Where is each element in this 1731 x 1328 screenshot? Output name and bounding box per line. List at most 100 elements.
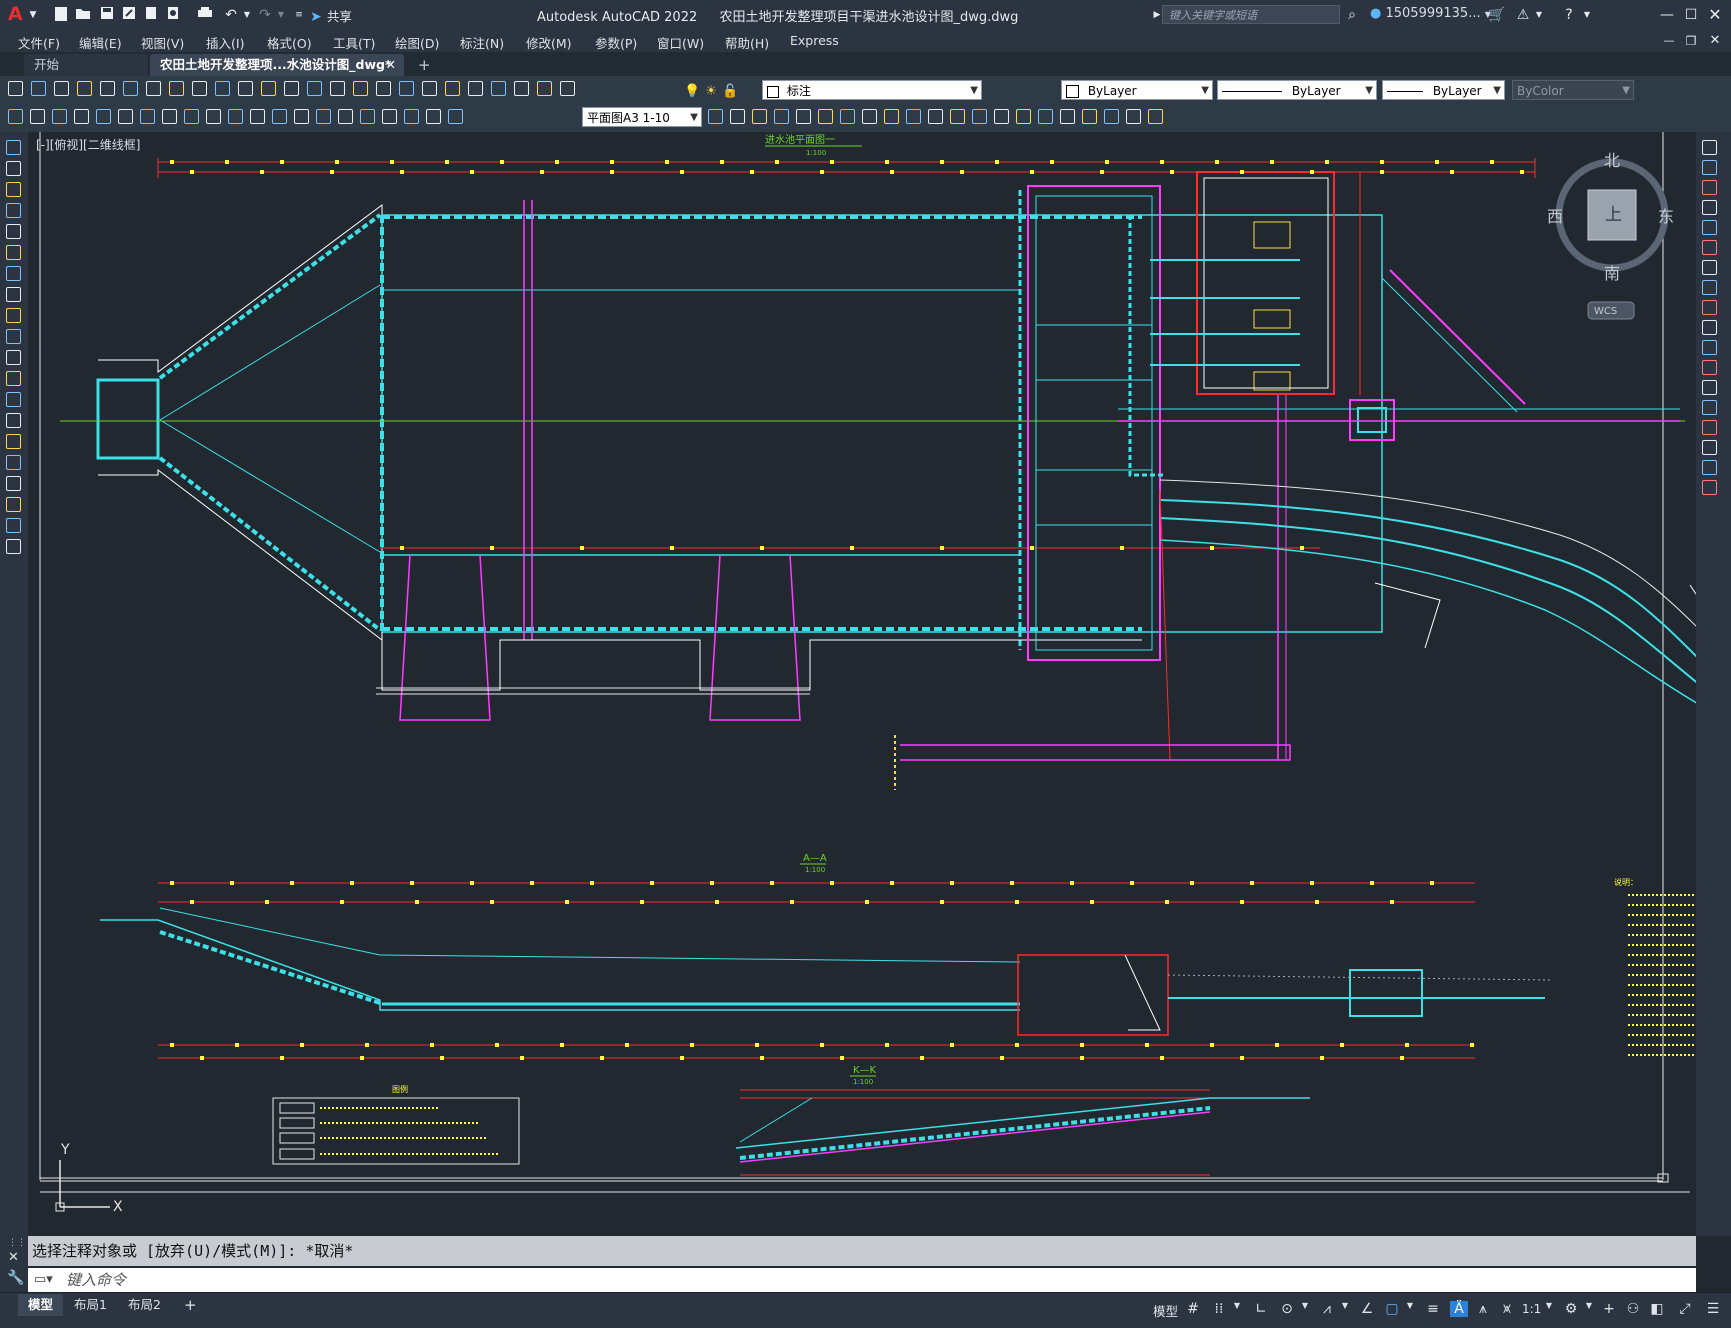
compass-north[interactable]: 北 — [1604, 151, 1620, 170]
isolate-objects-icon[interactable]: ◧ — [1648, 1301, 1666, 1317]
dim-update-icon[interactable] — [426, 109, 441, 124]
plot-icon[interactable] — [77, 81, 92, 96]
save-web-icon[interactable] — [164, 6, 182, 24]
trim-icon[interactable] — [906, 109, 921, 124]
workspace-gear-icon[interactable]: ⚙ — [1562, 1301, 1580, 1317]
layer-properties-icon[interactable] — [537, 81, 552, 96]
compass-west[interactable]: 西 — [1547, 207, 1563, 226]
app-store-dropdown-icon[interactable]: ▼ — [1530, 6, 1548, 24]
snap-icon[interactable]: ⁞⁞ — [1210, 1301, 1228, 1317]
rectangle-icon[interactable] — [6, 224, 21, 239]
hatch-icon[interactable] — [6, 434, 21, 449]
customize-status-icon[interactable]: ☰ — [1704, 1301, 1722, 1317]
design-center-icon[interactable] — [399, 81, 414, 96]
undo-dropdown-icon[interactable]: ▼ — [238, 6, 256, 24]
auto-scale-icon[interactable]: ⩚ — [1474, 1301, 1492, 1317]
dim-edit-icon[interactable] — [382, 109, 397, 124]
insert-block-icon[interactable] — [6, 371, 21, 386]
compass-east[interactable]: 东 — [1658, 207, 1674, 226]
dim-radius-icon[interactable] — [96, 109, 111, 124]
sun-icon[interactable]: ☀ — [705, 84, 717, 99]
dim-aligned-icon[interactable] — [30, 109, 45, 124]
cart-icon[interactable]: 🛒 — [1488, 6, 1506, 24]
layout-tab-2[interactable]: 布局2 — [118, 1294, 171, 1316]
scale-icon[interactable] — [862, 109, 877, 124]
viewport-controls[interactable]: [-][俯视][二维线框] — [36, 136, 140, 153]
plus-icon[interactable]: + — [1600, 1301, 1618, 1317]
workspace-dropdown-icon[interactable]: ▼ — [1580, 1301, 1598, 1310]
viewcube[interactable]: 上 北 南 东 西 WCS — [1547, 151, 1674, 320]
chamfer-icon[interactable] — [1016, 109, 1031, 124]
spline-icon[interactable] — [6, 308, 21, 323]
doc-minimize-icon[interactable]: — — [1660, 32, 1678, 50]
polyline-icon[interactable] — [6, 182, 21, 197]
extend-r-icon[interactable] — [1702, 340, 1717, 355]
copy-r-icon[interactable] — [1702, 160, 1717, 175]
menu-edit[interactable]: 编辑(E) — [79, 33, 122, 52]
add-layout-button[interactable]: + — [174, 1294, 207, 1316]
units-icon[interactable]: ⚇ — [1624, 1301, 1642, 1317]
isodraft-dropdown-icon[interactable]: ▼ — [1336, 1301, 1354, 1310]
properties-icon[interactable] — [376, 81, 391, 96]
dim-ordinate-icon[interactable] — [74, 109, 89, 124]
gradient-icon[interactable] — [6, 455, 21, 470]
dim-text-edit-icon[interactable] — [404, 109, 419, 124]
dim-linear-icon[interactable] — [8, 109, 23, 124]
lightbulb-icon[interactable]: 💡 — [684, 84, 700, 99]
menu-draw[interactable]: 绘图(D) — [395, 33, 439, 52]
menu-express[interactable]: Express — [790, 33, 839, 48]
tolerance-icon[interactable] — [294, 109, 309, 124]
annotation-visibility-icon[interactable]: Ä — [1450, 1301, 1468, 1317]
dim-angular-icon[interactable] — [162, 109, 177, 124]
block-editor-icon[interactable] — [261, 81, 276, 96]
markup-icon[interactable] — [468, 81, 483, 96]
offset-icon[interactable] — [774, 109, 789, 124]
explode-r-icon[interactable] — [1702, 480, 1717, 495]
close-tab-icon[interactable]: ✕ — [386, 54, 396, 76]
center-mark-icon[interactable] — [316, 109, 331, 124]
help-icon[interactable] — [514, 81, 529, 96]
osnap-icon[interactable]: ▢ — [1383, 1301, 1401, 1317]
join-icon[interactable] — [994, 109, 1009, 124]
multiline-text-icon[interactable] — [6, 518, 21, 533]
customize-icon[interactable]: 🔧 — [7, 1270, 24, 1286]
zoom-realtime-icon[interactable] — [307, 81, 322, 96]
annotation-scale-value[interactable]: 1:1 — [1522, 1302, 1541, 1316]
search-icon[interactable]: ⌕ — [1343, 6, 1361, 24]
polar-dropdown-icon[interactable]: ▼ — [1296, 1301, 1314, 1310]
add-selected-icon[interactable] — [6, 539, 21, 554]
command-input[interactable]: ▭▾ 键入命令 — [28, 1268, 1696, 1292]
paste-icon[interactable] — [215, 81, 230, 96]
minimize-icon[interactable]: — — [1658, 6, 1676, 24]
match-properties-icon[interactable] — [238, 81, 253, 96]
close-icon[interactable]: ✕ — [1706, 6, 1724, 24]
rotate-icon[interactable] — [840, 109, 855, 124]
qnew-icon[interactable] — [8, 81, 23, 96]
break-icon[interactable] — [972, 109, 987, 124]
table-icon[interactable] — [6, 497, 21, 512]
break-at-point-icon[interactable] — [950, 109, 965, 124]
array-r-icon[interactable] — [1702, 220, 1717, 235]
erase-icon[interactable] — [708, 109, 723, 124]
lock-icon[interactable]: 🔓 — [722, 84, 738, 99]
tab-start[interactable]: 开始 — [24, 54, 148, 76]
break-at-point-r-icon[interactable] — [1702, 360, 1717, 375]
join-r-icon[interactable] — [1702, 400, 1717, 415]
command-grip-icon[interactable]: ⋮⋮ — [8, 1238, 26, 1248]
layout-tab-1[interactable]: 布局1 — [64, 1294, 117, 1316]
plotstyle-dropdown[interactable]: ByColor ▼ — [1512, 80, 1634, 100]
dim-diameter-icon[interactable] — [140, 109, 155, 124]
offset-r-icon[interactable] — [1702, 200, 1717, 215]
command-close-icon[interactable]: ✕ — [8, 1250, 19, 1265]
menu-modify[interactable]: 修改(M) — [526, 33, 572, 52]
fullscreen-icon[interactable]: ⤢ — [1676, 1301, 1694, 1317]
menu-format[interactable]: 格式(O) — [267, 33, 312, 52]
color-dropdown[interactable]: ByLayer ▼ — [1061, 80, 1213, 100]
layer-previous-icon[interactable] — [560, 81, 575, 96]
point-icon[interactable] — [6, 413, 21, 428]
help-dropdown-icon[interactable]: ▼ — [1578, 6, 1596, 24]
app-menu-chevron-icon[interactable]: ▼ — [24, 6, 42, 24]
blend-r-icon[interactable] — [1702, 460, 1717, 475]
move-icon[interactable] — [818, 109, 833, 124]
extend-icon[interactable] — [928, 109, 943, 124]
